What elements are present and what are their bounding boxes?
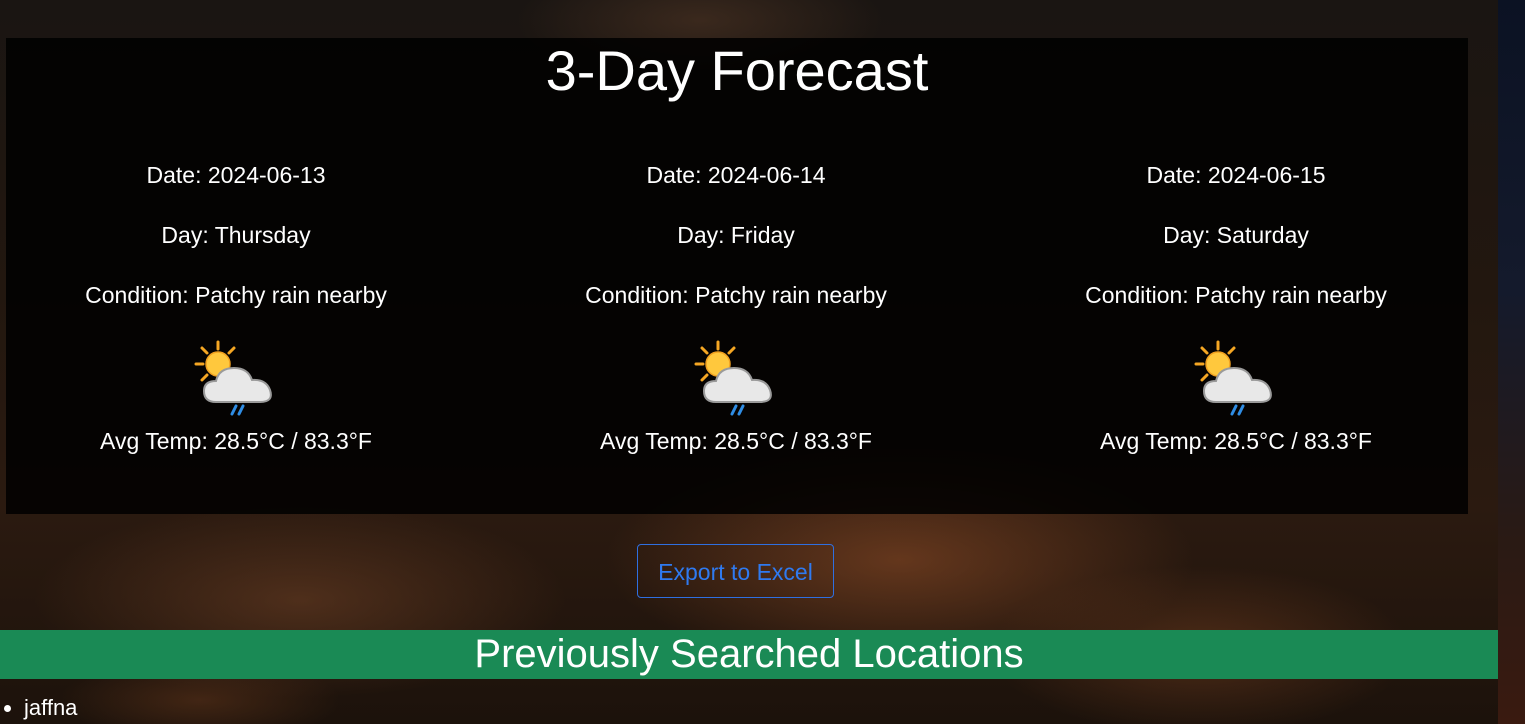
export-to-excel-button[interactable]: Export to Excel: [637, 544, 834, 598]
forecast-day-name: Day: Friday: [677, 222, 795, 248]
forecast-panel: 3-Day Forecast Date: 2024-06-13 Day: Thu…: [6, 38, 1468, 514]
history-title: Previously Searched Locations: [474, 632, 1024, 676]
forecast-avg-temp: Avg Temp: 28.5°C / 83.3°F: [600, 428, 872, 454]
history-header-bar: Previously Searched Locations: [0, 630, 1498, 679]
forecast-day-name: Day: Thursday: [161, 222, 311, 248]
forecast-avg-temp: Avg Temp: 28.5°C / 83.3°F: [100, 428, 372, 454]
forecast-date: Date: 2024-06-15: [1146, 162, 1326, 188]
forecast-title: 3-Day Forecast: [545, 39, 929, 102]
patchy-rain-icon: [1194, 338, 1282, 418]
history-list: jaffna: [0, 692, 77, 724]
patchy-rain-icon: [194, 338, 282, 418]
forecast-date: Date: 2024-06-13: [146, 162, 326, 188]
patchy-rain-icon: [694, 338, 782, 418]
forecast-condition: Condition: Patchy rain nearby: [585, 282, 887, 308]
forecast-date: Date: 2024-06-14: [646, 162, 826, 188]
forecast-condition: Condition: Patchy rain nearby: [85, 282, 387, 308]
page-edge-background: [1498, 0, 1525, 724]
forecast-day-name: Day: Saturday: [1163, 222, 1309, 248]
forecast-avg-temp: Avg Temp: 28.5°C / 83.3°F: [1100, 428, 1372, 454]
forecast-condition: Condition: Patchy rain nearby: [1085, 282, 1387, 308]
history-item-jaffna[interactable]: jaffna: [24, 692, 77, 724]
